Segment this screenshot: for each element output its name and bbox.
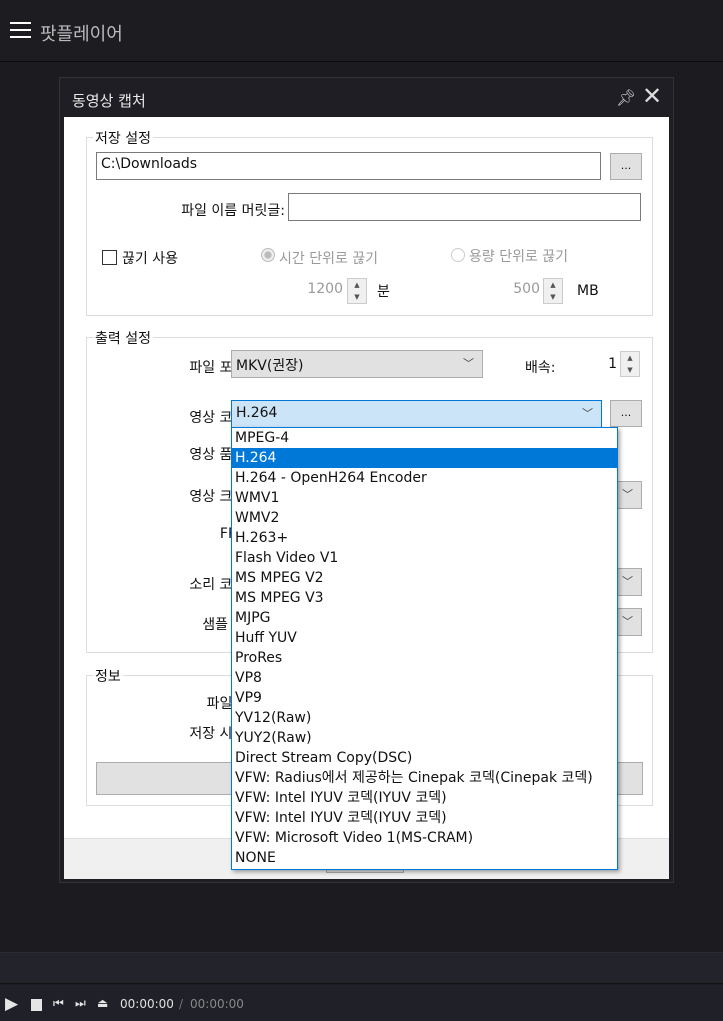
chevron-down-icon: ﹀ xyxy=(622,488,633,501)
chevron-down-icon: ﹀ xyxy=(622,575,633,588)
chevron-down-icon: ﹀ xyxy=(582,407,593,420)
pin-icon[interactable]: 📌︎ xyxy=(616,88,636,107)
fps-label: FPS: xyxy=(107,526,250,542)
stop-icon[interactable] xyxy=(31,999,42,1011)
codec-option[interactable]: NONE xyxy=(232,848,617,868)
codec-option[interactable]: VFW: Intel IYUV 코덱(IYUV 코덱) xyxy=(232,788,617,808)
codec-option[interactable]: MPEG-4 xyxy=(232,428,617,448)
playback-controls xyxy=(0,985,723,1021)
size-split-label: 용량 단위로 끊기 xyxy=(469,249,569,265)
format-select[interactable]: MKV(권장) ﹀ xyxy=(231,350,483,378)
mb-value[interactable]: 500 xyxy=(487,281,540,297)
video-codec-value: H.264 xyxy=(236,405,278,421)
codec-option[interactable]: VFW: Intel IYUV 코덱(IYUV 코덱) xyxy=(232,808,617,828)
codec-option[interactable]: VFW: Radius에서 제공하는 Cinepak 코덱(Cinepak 코덱… xyxy=(232,768,617,788)
video-codec-label: 영상 코덱: xyxy=(189,410,250,426)
chevron-down-icon: ﹀ xyxy=(622,615,633,628)
dialog-title: 동영상 캡처 xyxy=(72,92,146,110)
save-time-label: 저장 시간: xyxy=(189,726,250,742)
format-value: MKV(권장) xyxy=(236,358,304,374)
minutes-spinner[interactable]: ▲ ▼ xyxy=(347,278,367,304)
total-time: 00:00:00 xyxy=(190,997,244,1011)
title-bar: 팟플레이어 xyxy=(0,0,723,62)
filename-label: 파일명: xyxy=(206,696,250,712)
group-label: 정보 xyxy=(93,666,123,686)
codec-option[interactable]: MS MPEG V2 xyxy=(232,568,617,588)
seek-bar[interactable] xyxy=(0,952,723,984)
codec-option[interactable]: YV12(Raw) xyxy=(232,708,617,728)
speed-label: 배속: xyxy=(525,360,556,376)
codec-option[interactable]: Direct Stream Copy(DSC) xyxy=(232,748,617,768)
play-icon[interactable]: ▶ xyxy=(5,994,18,1014)
current-time: 00:00:00 xyxy=(120,997,174,1011)
codec-settings-button[interactable]: ... xyxy=(610,400,642,427)
time-split-label: 시간 단위로 끊기 xyxy=(279,251,379,267)
codec-option[interactable]: H.264 xyxy=(232,448,617,468)
previous-icon[interactable]: ⏮ xyxy=(53,996,64,1011)
codec-option[interactable]: WMV1 xyxy=(232,488,617,508)
eject-icon[interactable]: ⏏ xyxy=(97,996,108,1010)
hamburger-menu-icon[interactable] xyxy=(10,22,31,40)
codec-option[interactable]: VFW: Microsoft Video 1(MS-CRAM) xyxy=(232,828,617,848)
minutes-value[interactable]: 1200 xyxy=(287,281,343,297)
size-split-radio[interactable] xyxy=(451,248,465,262)
codec-option[interactable]: Flash Video V1 xyxy=(232,548,617,568)
save-settings-group: 저장 설정 C:\Downloads ... 파일 이름 머릿글: 끊기 사용 … xyxy=(86,128,653,316)
mb-spinner[interactable]: ▲ ▼ xyxy=(543,278,563,304)
chevron-down-icon: ﹀ xyxy=(463,357,474,370)
split-label: 끊기 사용 xyxy=(122,251,178,267)
codec-option[interactable]: VP9 xyxy=(232,688,617,708)
video-codec-select[interactable]: H.264 ﹀ xyxy=(231,400,602,428)
close-icon[interactable]: ✕ xyxy=(642,84,662,108)
speed-spinner[interactable]: ▲ ▼ xyxy=(620,351,640,377)
app-title: 팟플레이어 xyxy=(40,24,123,45)
codec-option[interactable]: VP8 xyxy=(232,668,617,688)
codec-option[interactable]: WMV2 xyxy=(232,508,617,528)
group-label: 저장 설정 xyxy=(93,128,153,148)
minutes-unit: 분 xyxy=(377,284,390,300)
prefix-label: 파일 이름 머릿글: xyxy=(181,203,285,219)
mb-unit: MB xyxy=(577,283,599,299)
prefix-input[interactable] xyxy=(288,193,641,221)
next-icon[interactable]: ⏭ xyxy=(75,996,86,1011)
codec-option[interactable]: YUY2(Raw) xyxy=(232,728,617,748)
time-separator: / xyxy=(179,997,184,1011)
codec-option[interactable]: MJPG xyxy=(232,608,617,628)
size-label: 영상 크기: xyxy=(189,489,250,505)
video-codec-dropdown-list[interactable]: MPEG-4 H.264 H.264 - OpenH264 Encoder WMV1 W… xyxy=(231,427,618,870)
samples-label: 샘플 수: xyxy=(202,617,250,633)
codec-option[interactable]: MS MPEG V3 xyxy=(232,588,617,608)
time-split-radio[interactable] xyxy=(261,248,275,262)
codec-option[interactable]: Huff YUV xyxy=(232,628,617,648)
codec-option[interactable]: H.264 - OpenH264 Encoder xyxy=(232,468,617,488)
format-label: 파일 포맷: xyxy=(189,360,250,376)
speed-value[interactable]: 1 xyxy=(587,356,617,372)
save-path-input[interactable]: C:\Downloads xyxy=(96,152,601,180)
browse-button[interactable]: ... xyxy=(610,153,642,180)
codec-option[interactable]: ProRes xyxy=(232,648,617,668)
audio-codec-label: 소리 코덱: xyxy=(189,577,250,593)
split-checkbox[interactable] xyxy=(102,250,117,265)
quality-label: 영상 품질: xyxy=(189,447,250,463)
codec-option[interactable]: H.263+ xyxy=(232,528,617,548)
group-label: 출력 설정 xyxy=(93,328,153,348)
